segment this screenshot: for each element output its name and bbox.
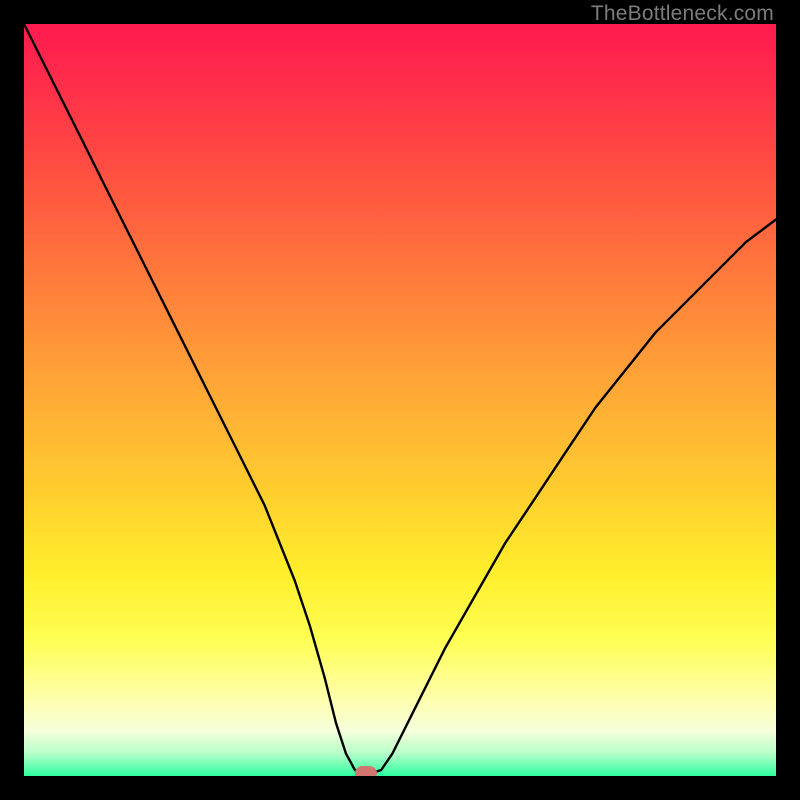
bottleneck-curve xyxy=(24,24,776,776)
optimal-marker xyxy=(355,766,377,776)
chart-frame: TheBottleneck.com xyxy=(0,0,800,800)
watermark-text: TheBottleneck.com xyxy=(591,2,774,26)
plot-area xyxy=(24,24,776,776)
